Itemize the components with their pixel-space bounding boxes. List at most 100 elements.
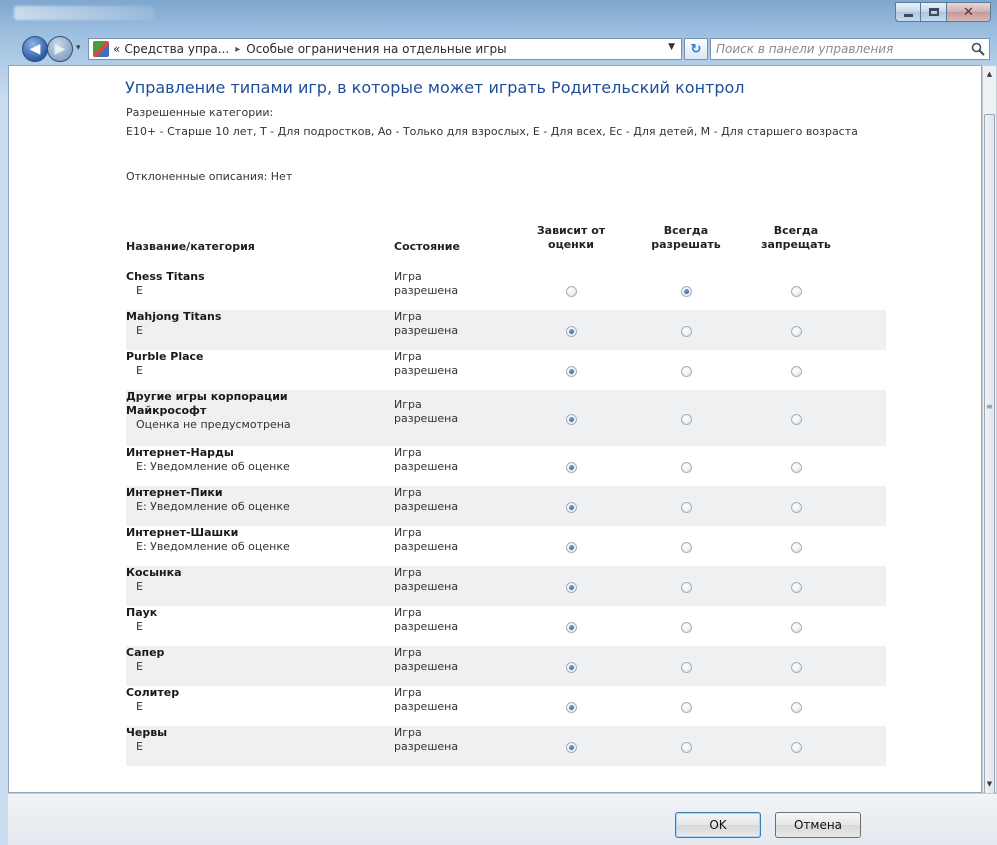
game-state: Игра разрешена xyxy=(394,310,459,337)
game-rating: E: Уведомление об оценке xyxy=(136,540,290,553)
game-cell: Косынка E xyxy=(126,566,182,594)
column-header-name: Название/категория xyxy=(126,240,255,253)
radio-always-allow[interactable] xyxy=(681,702,692,713)
navigation-bar: ◀ ▶ ▾ « Средства упра... ▸ Особые ограни… xyxy=(0,34,997,64)
game-name: Паук xyxy=(126,606,158,619)
radio-always-allow[interactable] xyxy=(681,286,692,297)
column-header-always-block: Всегда запрещать xyxy=(761,224,831,251)
recent-pages-dropdown[interactable]: ▾ xyxy=(76,43,81,53)
game-state: Игра разрешена xyxy=(394,486,459,513)
breadcrumb-separator[interactable]: ▸ xyxy=(235,44,240,55)
radio-always-allow[interactable] xyxy=(681,414,692,425)
breadcrumb-parent[interactable]: Средства упра... xyxy=(124,42,229,56)
radio-always-allow[interactable] xyxy=(681,502,692,513)
game-rating: Оценка не предусмотрена xyxy=(136,418,291,431)
search-icon[interactable] xyxy=(971,42,985,56)
radio-by-rating[interactable] xyxy=(566,662,577,673)
radio-by-rating[interactable] xyxy=(566,366,577,377)
game-cell: Интернет-Нарды E: Уведомление об оценке xyxy=(126,446,290,474)
refresh-button[interactable]: ↻ xyxy=(684,38,708,60)
game-name: Интернет-Нарды xyxy=(126,446,234,459)
game-rating: E xyxy=(136,660,143,673)
forward-button[interactable]: ▶ xyxy=(47,36,73,62)
radio-always-allow[interactable] xyxy=(681,326,692,337)
table-row: Солитер E Игра разрешена xyxy=(126,686,886,726)
radio-always-allow[interactable] xyxy=(681,662,692,673)
radio-always-allow[interactable] xyxy=(681,622,692,633)
back-button[interactable]: ◀ xyxy=(22,36,48,62)
radio-always-block[interactable] xyxy=(791,582,802,593)
close-button[interactable]: ✕ xyxy=(947,2,991,22)
radio-always-block[interactable] xyxy=(791,742,802,753)
radio-by-rating[interactable] xyxy=(566,702,577,713)
game-name: Другие игры корпорации Майкрософт xyxy=(126,390,288,417)
game-rating: E xyxy=(136,580,143,593)
game-state: Игра разрешена xyxy=(394,686,459,713)
refresh-icon: ↻ xyxy=(690,41,702,57)
scroll-down-icon[interactable]: ▼ xyxy=(983,776,996,792)
maximize-button[interactable] xyxy=(921,2,947,22)
radio-by-rating[interactable] xyxy=(566,742,577,753)
game-state: Игра разрешена xyxy=(394,398,459,425)
radio-by-rating[interactable] xyxy=(566,582,577,593)
radio-always-block[interactable] xyxy=(791,462,802,473)
radio-always-block[interactable] xyxy=(791,702,802,713)
radio-by-rating[interactable] xyxy=(566,326,577,337)
radio-by-rating[interactable] xyxy=(566,462,577,473)
radio-always-block[interactable] xyxy=(791,326,802,337)
radio-by-rating[interactable] xyxy=(566,414,577,425)
scroll-up-icon[interactable]: ▲ xyxy=(983,66,996,82)
radio-always-allow[interactable] xyxy=(681,542,692,553)
game-state: Игра разрешена xyxy=(394,646,459,673)
game-cell: Интернет-Шашки E: Уведомление об оценке xyxy=(126,526,290,554)
game-cell: Purble Place E xyxy=(126,350,204,378)
table-row: Червы E Игра разрешена xyxy=(126,726,886,766)
vertical-scrollbar[interactable]: ▲ ≡ ▼ xyxy=(982,65,997,794)
radio-by-rating[interactable] xyxy=(566,502,577,513)
radio-by-rating[interactable] xyxy=(566,286,577,297)
game-state: Игра разрешена xyxy=(394,446,459,473)
minimize-button[interactable] xyxy=(895,2,921,22)
game-rating: E: Уведомление об оценке xyxy=(136,500,290,513)
radio-always-allow[interactable] xyxy=(681,366,692,377)
game-state: Игра разрешена xyxy=(394,526,459,553)
rejected-descriptions: Отклоненные описания: Нет xyxy=(126,170,293,183)
game-rating: E xyxy=(136,700,143,713)
radio-always-block[interactable] xyxy=(791,414,802,425)
radio-always-allow[interactable] xyxy=(681,582,692,593)
arrow-left-icon: ◀ xyxy=(29,41,41,57)
search-input[interactable]: Поиск в панели управления xyxy=(710,38,990,60)
window-title-blurred xyxy=(14,6,154,20)
maximize-icon xyxy=(928,8,939,16)
game-cell: Солитер E xyxy=(126,686,179,714)
radio-always-allow[interactable] xyxy=(681,742,692,753)
scrollbar-thumb[interactable] xyxy=(984,114,995,794)
game-cell: Интернет-Пики E: Уведомление об оценке xyxy=(126,486,290,514)
cancel-button[interactable]: Отмена xyxy=(775,812,861,838)
game-rating: E: Уведомление об оценке xyxy=(136,460,290,473)
game-cell: Паук E xyxy=(126,606,157,634)
radio-always-block[interactable] xyxy=(791,662,802,673)
radio-always-block[interactable] xyxy=(791,622,802,633)
radio-always-allow[interactable] xyxy=(681,462,692,473)
game-name: Интернет-Шашки xyxy=(126,526,239,539)
radio-always-block[interactable] xyxy=(791,286,802,297)
address-dropdown-icon[interactable]: ▼ xyxy=(668,42,675,52)
radio-by-rating[interactable] xyxy=(566,542,577,553)
table-row: Purble Place E Игра разрешена xyxy=(126,350,886,390)
title-bar[interactable]: ✕ xyxy=(0,0,997,34)
address-bar[interactable]: « Средства упра... ▸ Особые ограничения … xyxy=(88,38,682,60)
radio-always-block[interactable] xyxy=(791,542,802,553)
breadcrumb-prefix[interactable]: « xyxy=(113,42,120,56)
game-cell: Червы E xyxy=(126,726,167,754)
radio-always-block[interactable] xyxy=(791,502,802,513)
ok-button[interactable]: OK xyxy=(675,812,761,838)
radio-by-rating[interactable] xyxy=(566,622,577,633)
game-name: Интернет-Пики xyxy=(126,486,223,499)
radio-always-block[interactable] xyxy=(791,366,802,377)
close-icon: ✕ xyxy=(963,4,974,20)
breadcrumb-current[interactable]: Особые ограничения на отдельные игры xyxy=(246,42,506,56)
table-row: Другие игры корпорации Майкрософт Оценка … xyxy=(126,390,886,446)
game-cell: Mahjong Titans E xyxy=(126,310,221,338)
table-row: Интернет-Шашки E: Уведомление об оценке Иг… xyxy=(126,526,886,566)
